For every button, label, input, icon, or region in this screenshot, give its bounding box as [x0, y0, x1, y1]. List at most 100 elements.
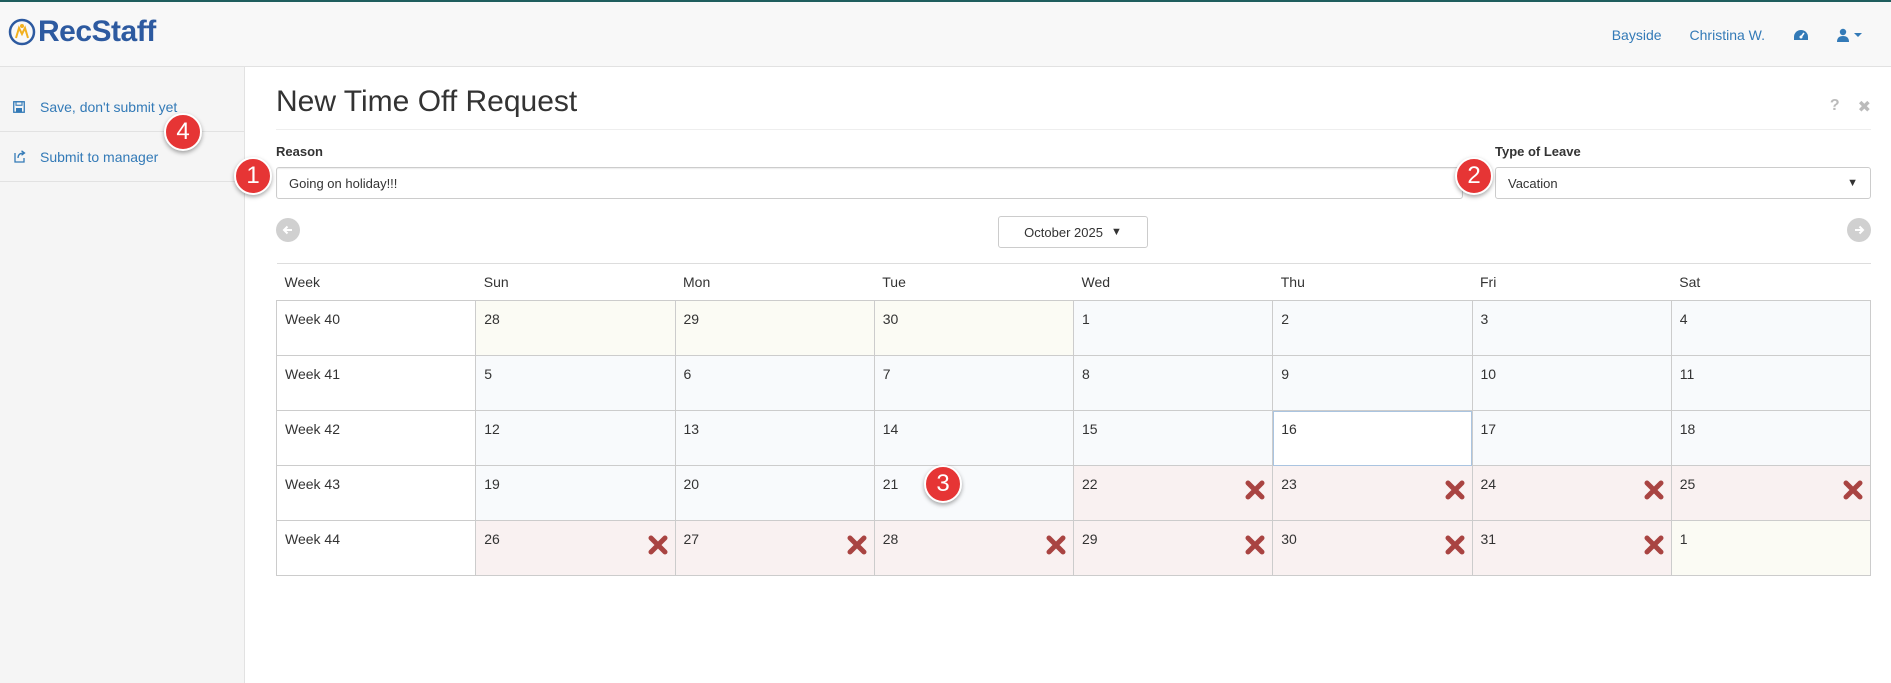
leave-type-select[interactable]: Vacation ▼: [1495, 167, 1871, 199]
day-number: 10: [1480, 366, 1497, 382]
close-icon[interactable]: ✖: [1858, 97, 1871, 117]
navbar: RecStaff Bayside Christina W.: [0, 2, 1891, 67]
brand-logo[interactable]: RecStaff: [8, 12, 156, 52]
dashboard-icon[interactable]: [1793, 28, 1837, 42]
day-cell[interactable]: 19: [475, 465, 676, 521]
header-mon: Mon: [675, 263, 875, 301]
day-number: 8: [1082, 366, 1090, 382]
day-cell-time-off[interactable]: 25: [1670, 465, 1872, 521]
caret-down-icon: [1854, 32, 1862, 37]
day-number: 2: [1281, 311, 1290, 327]
day-cell[interactable]: 28: [475, 300, 676, 356]
annotation-badge-3: 3: [924, 465, 962, 503]
remove-day-icon[interactable]: [1643, 479, 1665, 501]
day-cell[interactable]: 17: [1471, 410, 1672, 466]
previous-month-button[interactable]: [276, 218, 300, 242]
day-cell-time-off[interactable]: 26: [475, 520, 676, 576]
annotation-badge-2: 2: [1455, 157, 1493, 195]
day-number: 29: [683, 311, 700, 327]
header-wed: Wed: [1073, 263, 1273, 301]
day-cell[interactable]: 1: [1072, 300, 1274, 356]
day-number: 1: [1679, 531, 1688, 547]
header-sun: Sun: [475, 263, 675, 301]
week-label: Week 43: [275, 465, 477, 521]
day-cell[interactable]: 20: [674, 465, 875, 521]
day-number: 9: [1281, 366, 1290, 382]
month-select[interactable]: October 2025 ▼: [998, 216, 1148, 248]
remove-day-icon[interactable]: [1444, 534, 1466, 556]
save-draft-button[interactable]: Save, don't submit yet: [0, 82, 244, 132]
day-cell[interactable]: 7: [873, 355, 1075, 411]
remove-day-icon[interactable]: [1045, 534, 1067, 556]
day-cell-time-off[interactable]: 29: [1072, 520, 1274, 576]
day-cell[interactable]: 15: [1072, 410, 1274, 466]
day-cell[interactable]: 1: [1670, 520, 1872, 576]
page-title: New Time Off Request: [276, 85, 578, 118]
day-cell[interactable]: 21: [873, 465, 1075, 521]
annotation-badge-4: 4: [164, 113, 202, 151]
save-draft-label: Save, don't submit yet: [40, 98, 178, 115]
next-month-button[interactable]: [1847, 218, 1871, 242]
day-number: 25: [1679, 476, 1696, 492]
day-cell[interactable]: 14: [873, 410, 1075, 466]
day-cell[interactable]: 11: [1670, 355, 1872, 411]
leave-type-label: Type of Leave: [1495, 144, 1581, 159]
day-cell-time-off[interactable]: 27: [674, 520, 875, 576]
remove-day-icon[interactable]: [1444, 479, 1466, 501]
help-icon[interactable]: ?: [1830, 97, 1840, 117]
day-cell[interactable]: 13: [674, 410, 875, 466]
title-row: New Time Off Request ? ✖: [276, 67, 1871, 130]
header-fri: Fri: [1472, 263, 1672, 301]
day-cell[interactable]: 8: [1072, 355, 1274, 411]
day-cell[interactable]: 9: [1272, 355, 1473, 411]
day-cell-time-off[interactable]: 31: [1471, 520, 1672, 576]
day-number: 18: [1679, 421, 1696, 437]
day-cell[interactable]: 4: [1670, 300, 1872, 356]
day-number: 31: [1480, 531, 1497, 547]
user-name-link[interactable]: Christina W.: [1690, 27, 1793, 43]
day-cell-time-off[interactable]: 22: [1072, 465, 1274, 521]
day-cell-time-off[interactable]: 30: [1272, 520, 1473, 576]
arrow-right-icon: [1855, 225, 1865, 235]
location-link[interactable]: Bayside: [1612, 27, 1690, 43]
remove-day-icon[interactable]: [647, 534, 669, 556]
user-menu-button[interactable]: [1837, 28, 1891, 42]
day-number: 23: [1281, 476, 1297, 492]
day-cell[interactable]: 12: [475, 410, 676, 466]
day-cell-today[interactable]: 16: [1272, 410, 1473, 466]
day-cell[interactable]: 3: [1471, 300, 1672, 356]
chevron-down-icon: ▼: [1847, 177, 1858, 189]
week-label: Week 41: [275, 355, 477, 411]
day-cell-time-off[interactable]: 24: [1471, 465, 1672, 521]
arrow-left-icon: [282, 225, 292, 235]
remove-day-icon[interactable]: [1244, 479, 1266, 501]
day-cell[interactable]: 2: [1272, 300, 1473, 356]
month-value: October 2025: [1024, 224, 1103, 240]
day-cell[interactable]: 18: [1670, 410, 1872, 466]
day-cell-time-off[interactable]: 23: [1272, 465, 1473, 521]
remove-day-icon[interactable]: [1643, 534, 1665, 556]
remove-day-icon[interactable]: [1244, 534, 1266, 556]
day-number: 30: [882, 311, 899, 327]
remove-day-icon[interactable]: [1842, 479, 1864, 501]
day-number: 21: [882, 476, 899, 492]
day-number: 12: [484, 421, 500, 437]
day-number: 6: [683, 366, 692, 382]
day-cell[interactable]: 5: [475, 355, 676, 411]
day-number: 24: [1480, 476, 1497, 492]
annotation-badge-1: 1: [234, 157, 272, 195]
week-label: Week 42: [275, 410, 477, 466]
day-number: 11: [1679, 366, 1695, 382]
day-number: 1: [1082, 311, 1090, 327]
submit-to-manager-button[interactable]: Submit to manager: [0, 132, 244, 182]
day-cell[interactable]: 6: [674, 355, 875, 411]
day-cell[interactable]: 10: [1471, 355, 1672, 411]
day-number: 28: [882, 531, 899, 547]
day-cell[interactable]: 29: [674, 300, 875, 356]
header-week: Week: [276, 263, 476, 301]
share-icon: [12, 150, 26, 164]
reason-input[interactable]: [276, 167, 1463, 199]
remove-day-icon[interactable]: [846, 534, 868, 556]
day-cell[interactable]: 30: [873, 300, 1075, 356]
day-cell-time-off[interactable]: 28: [873, 520, 1075, 576]
